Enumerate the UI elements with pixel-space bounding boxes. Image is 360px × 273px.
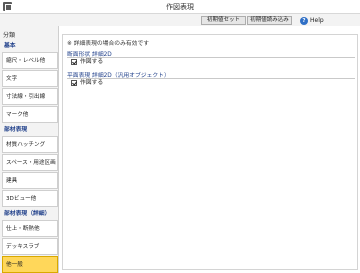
window-title: 作図表現: [166, 3, 194, 11]
sidebar-item-material-hatching[interactable]: 材質ハッチング: [2, 136, 58, 153]
draw-section-checkbox[interactable]: 作図する: [71, 58, 103, 66]
sidebar-item-deck-slab[interactable]: デッキスラブ: [2, 238, 58, 255]
draw-plan-checkbox[interactable]: 作図する: [71, 79, 103, 87]
checkbox-label: 作図する: [80, 80, 104, 86]
section-divider: [67, 78, 355, 79]
sidebar-item-text[interactable]: 文字: [2, 70, 58, 87]
category-list: 基本 縮尺・レベル他 文字 寸法線・引出線 マーク他 部材表現 材質ハッチング …: [2, 40, 58, 273]
initial-value-load-button[interactable]: 初期値読み込み: [247, 16, 292, 25]
sidebar-item-finish-insulation[interactable]: 仕上・断熱他: [2, 220, 58, 237]
sidebar-item-3d-view[interactable]: 3Dビュー他: [2, 190, 58, 207]
settings-panel: ※ 詳細表現の場合のみ有効です 断面形状 詳細2D 作図する 平面表現 詳細2D…: [62, 34, 358, 270]
detail-note: ※ 詳細表現の場合のみ有効です: [67, 41, 150, 47]
category-member-detail: 部材表現（詳細）: [4, 211, 51, 217]
sidebar-item-scale-level[interactable]: 縮尺・レベル他: [2, 52, 58, 69]
sidebar-header: 分類: [3, 32, 16, 39]
checkbox-checked-icon[interactable]: [71, 58, 77, 65]
help-icon: ?: [300, 16, 308, 25]
help-button[interactable]: ? Help: [300, 16, 324, 25]
section-divider: [67, 57, 355, 58]
category-basic: 基本: [4, 43, 16, 49]
checkbox-checked-icon[interactable]: [71, 79, 77, 86]
sidebar-item-space-zone[interactable]: スペース・用途区画: [2, 154, 58, 171]
sidebar-item-general[interactable]: 他一般: [2, 256, 58, 273]
sidebar-item-dimension-leader[interactable]: 寸法線・引出線: [2, 88, 58, 105]
category-sidebar: 分類 基本 縮尺・レベル他 文字 寸法線・引出線 マーク他 部材表現 材質ハッチ…: [0, 26, 59, 273]
sidebar-item-mark[interactable]: マーク他: [2, 106, 58, 123]
toolbar: 初期値セット 初期値読み込み ? Help: [0, 14, 360, 26]
title-bar: 作図表現: [0, 0, 360, 14]
category-member-expression: 部材表現: [4, 127, 28, 133]
sidebar-item-fittings[interactable]: 建具: [2, 172, 58, 189]
help-label: Help: [310, 17, 324, 24]
checkbox-label: 作図する: [80, 59, 104, 65]
initial-value-set-button[interactable]: 初期値セット: [201, 16, 246, 25]
